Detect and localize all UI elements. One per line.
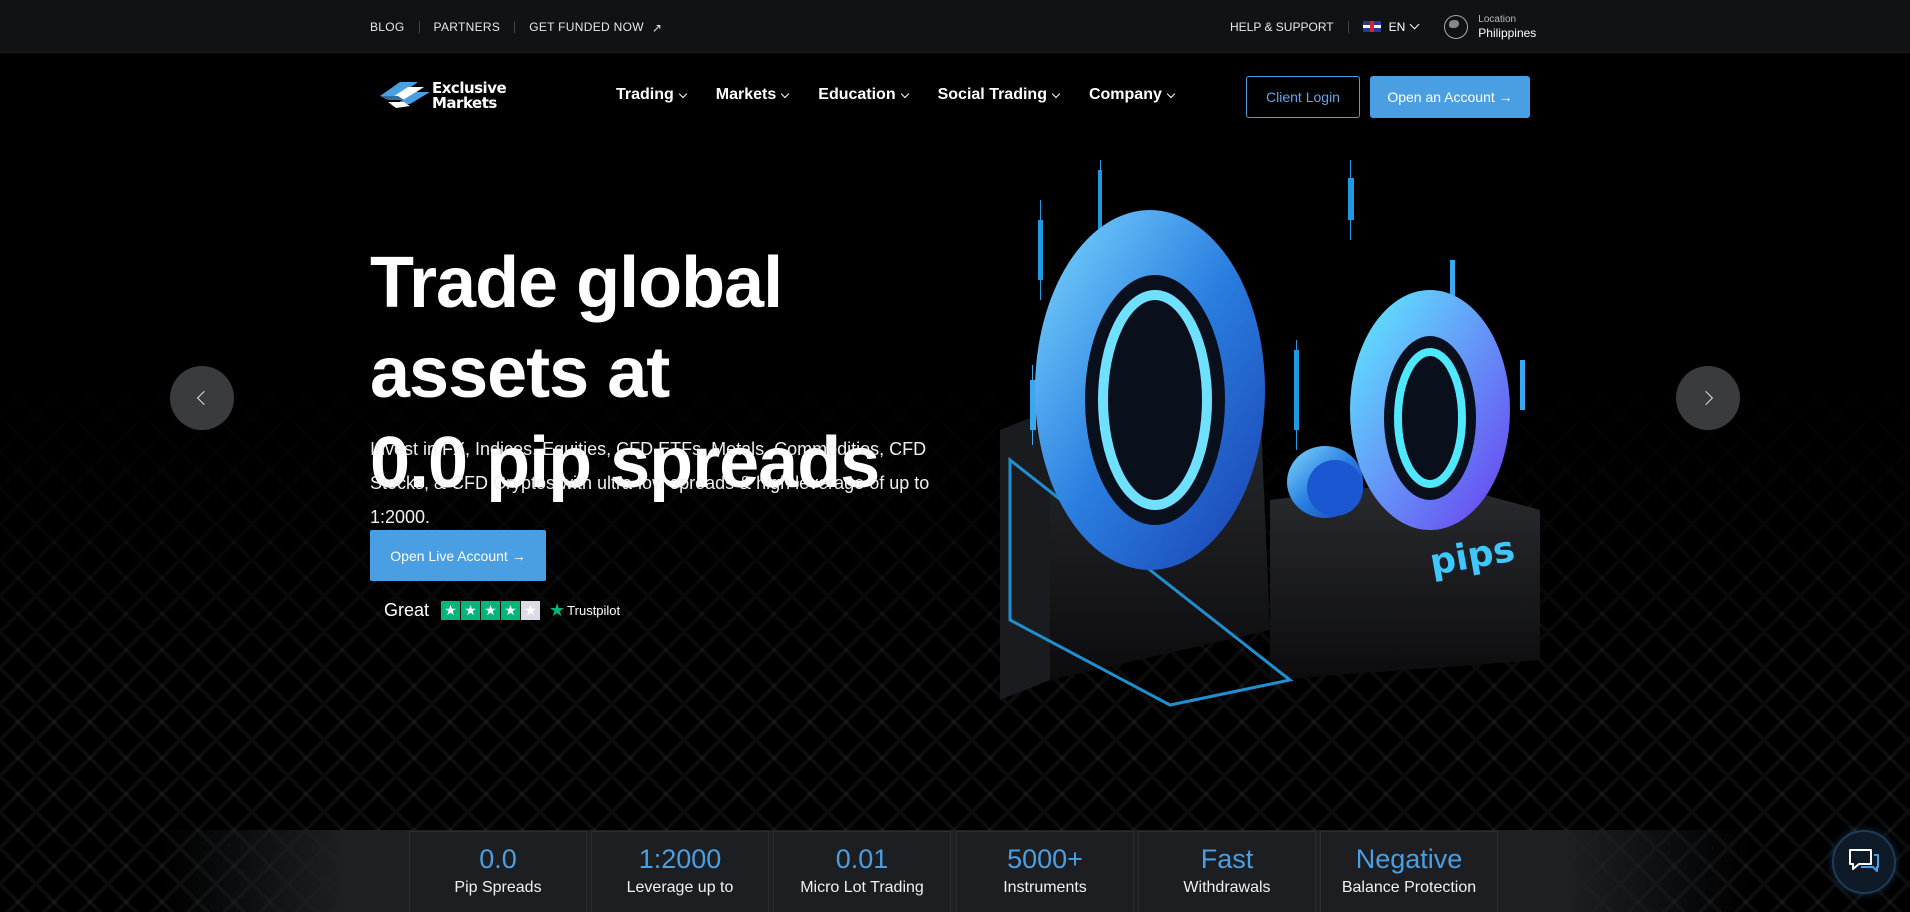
location-text: Location Philippines — [1478, 14, 1536, 40]
stat-value: Fast — [1200, 844, 1254, 874]
stat-micro-lot: 0.01 Micro Lot Trading — [773, 831, 951, 912]
carousel-prev-button[interactable] — [170, 366, 234, 430]
nav-trading-label: Trading — [616, 86, 674, 103]
globe-icon — [1444, 14, 1469, 39]
chevron-left-icon — [196, 390, 212, 406]
top-bar: BLOG PARTNERS GET FUNDED NOW ↗ HELP & SUP… — [0, 0, 1910, 53]
trustpilot-rating[interactable]: Great ★ ★ ★ ★ ★ ★ Trustpilot — [384, 600, 620, 621]
hero-title-line1: Trade global assets at — [370, 243, 783, 413]
nav-education[interactable]: Education — [818, 86, 909, 104]
language-label: EN — [1388, 19, 1406, 34]
stat-value: 5000+ — [1007, 844, 1083, 874]
stat-label: Instruments — [1003, 879, 1087, 896]
get-funded-label: GET FUNDED NOW — [529, 19, 644, 34]
external-link-icon: ↗ — [651, 20, 663, 35]
logo-text: Exclusive Markets — [432, 81, 507, 112]
logo-line2: Markets — [432, 94, 497, 112]
get-funded-link[interactable]: GET FUNDED NOW ↗ — [515, 19, 676, 35]
chat-icon — [1849, 849, 1879, 872]
nav-markets[interactable]: Markets — [715, 86, 790, 104]
trustpilot-star-icon: ★ — [549, 600, 566, 620]
blog-link[interactable]: BLOG — [370, 20, 420, 33]
chevron-down-icon — [1051, 89, 1061, 98]
chevron-down-icon — [781, 89, 790, 98]
star-empty-icon: ★ — [521, 601, 541, 620]
nav-social-trading[interactable]: Social Trading — [937, 86, 1061, 104]
stat-label: Withdrawals — [1183, 879, 1271, 896]
nav-company-label: Company — [1088, 86, 1162, 103]
top-right: HELP & SUPPORT EN Location Philippines — [1230, 0, 1536, 53]
rating-stars: ★ ★ ★ ★ ★ — [441, 601, 541, 620]
logo-mark-icon — [380, 82, 430, 108]
stat-label: Leverage up to — [626, 879, 734, 896]
star-icon: ★ — [481, 601, 501, 620]
top-links: BLOG PARTNERS GET FUNDED NOW ↗ — [370, 0, 676, 53]
stat-value: Negative — [1355, 844, 1463, 874]
stat-label: Pip Spreads — [454, 879, 542, 896]
stat-value: 0.0 — [479, 844, 517, 874]
trustpilot-logo: ★ Trustpilot — [549, 600, 620, 621]
main-nav: Trading Markets Education Social Trading… — [616, 86, 1204, 104]
star-icon: ★ — [461, 601, 481, 620]
open-live-account-button[interactable]: Open Live Account → — [370, 530, 546, 581]
help-support-link[interactable]: HELP & SUPPORT — [1230, 20, 1349, 33]
stat-label: Balance Protection — [1341, 879, 1477, 896]
trustpilot-label: Trustpilot — [567, 603, 621, 618]
stats-strip — [160, 830, 1750, 912]
partners-link[interactable]: PARTNERS — [420, 20, 516, 33]
chevron-down-icon — [678, 89, 688, 98]
chevron-down-icon — [900, 89, 909, 98]
stat-leverage: 1:2000 Leverage up to — [591, 831, 769, 912]
nav-markets-label: Markets — [715, 86, 777, 103]
stat-balance-protection: Negative Balance Protection — [1320, 831, 1498, 912]
stat-withdrawals: Fast Withdrawals — [1138, 831, 1316, 912]
chevron-right-icon — [1698, 390, 1714, 406]
location-label: Location — [1478, 13, 1517, 25]
nav-trading[interactable]: Trading — [616, 86, 688, 104]
stat-label: Micro Lot Trading — [800, 879, 924, 896]
stat-pip-spreads: 0.0 Pip Spreads — [409, 831, 587, 912]
location-value: Philippines — [1478, 25, 1537, 40]
hero-illustration: pips — [1000, 160, 1540, 707]
open-account-button[interactable]: Open an Account → — [1370, 76, 1530, 118]
live-chat-button[interactable] — [1832, 830, 1896, 894]
rating-label: Great — [384, 600, 430, 620]
uk-flag-icon — [1362, 21, 1381, 32]
stat-value: 1:2000 — [638, 844, 722, 874]
location-selector[interactable]: Location Philippines — [1444, 14, 1536, 40]
carousel-next-button[interactable] — [1676, 366, 1740, 430]
star-icon: ★ — [441, 601, 461, 620]
stat-value: 0.01 — [835, 844, 889, 874]
hero-subtitle: Invest in FX, Indices, Equities, CFD ETF… — [370, 439, 930, 527]
language-selector[interactable]: EN — [1349, 20, 1433, 34]
nav-education-label: Education — [818, 86, 896, 103]
nav-company[interactable]: Company — [1088, 86, 1176, 104]
stat-instruments: 5000+ Instruments — [956, 831, 1134, 912]
star-icon: ★ — [501, 601, 521, 620]
client-login-button[interactable]: Client Login — [1246, 76, 1360, 118]
brand-logo[interactable]: Exclusive Markets — [374, 76, 530, 116]
chevron-down-icon — [1166, 89, 1176, 98]
chevron-down-icon — [1409, 19, 1420, 30]
nav-social-trading-label: Social Trading — [937, 86, 1047, 103]
